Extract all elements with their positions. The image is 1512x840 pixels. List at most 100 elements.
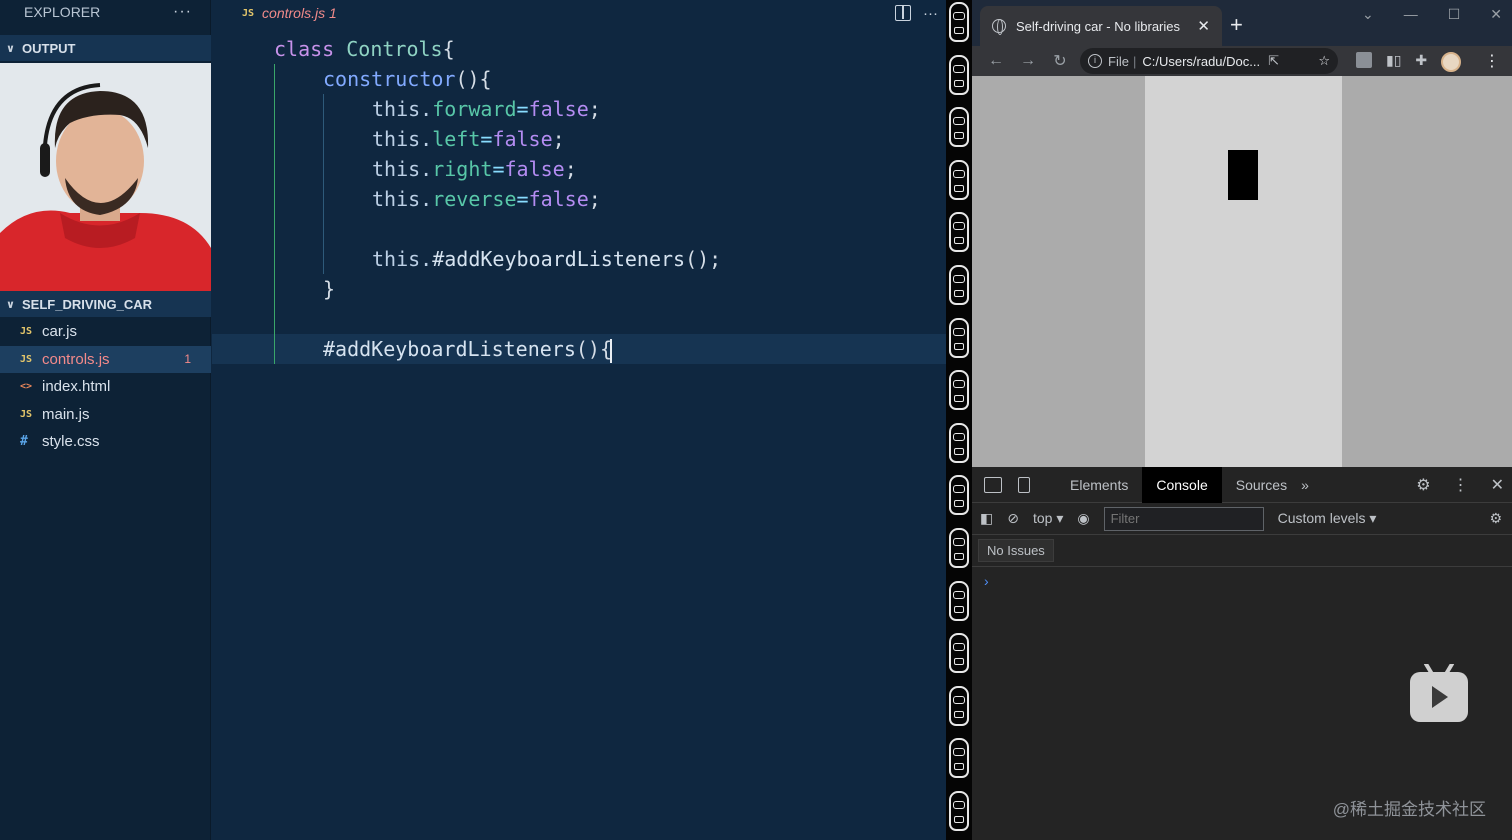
code-token: (); — [685, 247, 722, 271]
bookmark-star-icon[interactable]: ☆ — [1318, 53, 1330, 69]
code-token: false — [528, 187, 589, 211]
file-item-index-html[interactable]: <> index.html — [0, 373, 211, 401]
code-token: this. — [372, 97, 433, 121]
code-token: this. — [372, 157, 433, 181]
file-name: style.css — [42, 433, 100, 451]
code-token: { — [442, 37, 455, 61]
page-viewport — [972, 76, 1512, 467]
file-item-main-js[interactable]: JS main.js — [0, 401, 211, 429]
code-token: ; — [588, 97, 601, 121]
puzzle-icon[interactable]: ✚ — [1415, 52, 1427, 72]
indent-guide — [323, 124, 324, 154]
output-section-header[interactable]: ∨ OUTPUT — [0, 35, 211, 61]
problem-count-badge: 1 — [184, 352, 191, 367]
code-token: false — [528, 97, 589, 121]
code-line — [212, 304, 946, 334]
explorer-panel: EXPLORER ··· ∨ OUTPUT ∨ SELF_DRIVING_CAR… — [0, 0, 211, 840]
address-separator: | — [1132, 53, 1137, 69]
code-area[interactable]: class Controls{ constructor(){ this.forw… — [212, 34, 946, 364]
info-icon[interactable]: i — [1088, 54, 1102, 68]
address-bar[interactable]: i File | C:/Users/radu/Doc... ⇱ ☆ — [1080, 48, 1338, 74]
eye-icon[interactable]: ◉ — [1077, 510, 1089, 527]
car-outline-icon — [949, 265, 969, 305]
globe-icon — [992, 19, 1006, 35]
browser-menu-icon[interactable]: ⋮ — [1484, 51, 1500, 71]
profile-avatar[interactable] — [1441, 52, 1462, 72]
minimize-icon[interactable]: — — [1404, 6, 1418, 23]
device-toolbar-icon[interactable] — [1018, 476, 1030, 493]
split-editor-icon[interactable] — [895, 4, 911, 21]
code-token: false — [492, 127, 553, 151]
indent-guide — [274, 64, 275, 94]
reload-icon[interactable]: ↻ — [1044, 51, 1076, 71]
more-tabs-icon[interactable]: » — [1301, 477, 1309, 493]
tab-elements[interactable]: Elements — [1056, 467, 1142, 503]
indent-guide — [323, 94, 324, 124]
javascript-file-icon: JS — [20, 408, 33, 420]
code-token: reverse — [432, 187, 517, 211]
code-line — [212, 214, 946, 244]
inspect-element-icon[interactable] — [984, 476, 1002, 493]
editor-more-icon[interactable]: ··· — [923, 5, 938, 22]
browser-tab[interactable]: Self-driving car - No libraries ✕ — [980, 6, 1222, 46]
console-settings-gear-icon[interactable]: ⚙ — [1489, 510, 1502, 527]
code-editor: JS controls.js 1 ··· class Controls{ con… — [212, 0, 946, 840]
editor-tab-controls-js[interactable]: JS controls.js 1 — [242, 5, 337, 21]
project-section-header[interactable]: ∨ SELF_DRIVING_CAR — [0, 291, 211, 317]
file-item-style-css[interactable]: # style.css — [0, 428, 211, 456]
forward-icon[interactable]: → — [1012, 52, 1044, 70]
code-line: this.forward=false; — [212, 94, 946, 124]
code-token: right — [432, 157, 493, 181]
sidebar-toggle-icon[interactable]: ◧ — [980, 510, 993, 527]
file-item-car-js[interactable]: JS car.js — [0, 318, 211, 346]
console-toolbar: ◧ ⊘ top ▾ ◉ Custom levels ▾ ⚙ — [972, 503, 1512, 535]
indent-guide — [323, 184, 324, 214]
devtools-actions: ⚙ ⋮ ✕ — [1416, 475, 1504, 495]
log-levels-dropdown[interactable]: Custom levels ▾ — [1278, 510, 1377, 527]
console-filter-input[interactable] — [1103, 506, 1264, 531]
editor-tab-label: controls.js 1 — [262, 5, 337, 21]
code-line-current: #addKeyboardListeners(){ — [212, 334, 946, 364]
close-devtools-icon[interactable]: ✕ — [1491, 475, 1504, 495]
file-name: main.js — [42, 405, 90, 423]
devtools-tab-bar: Elements Console Sources » ⚙ ⋮ ✕ — [972, 466, 1512, 503]
car-outline-icon — [949, 738, 969, 779]
tab-sources[interactable]: Sources — [1222, 467, 1301, 503]
context-selector[interactable]: top ▾ — [1033, 510, 1063, 527]
car-outline-icon — [949, 54, 969, 95]
share-icon[interactable]: ⇱ — [1268, 53, 1279, 69]
indent-guide — [323, 244, 324, 274]
file-item-controls-js[interactable]: JS controls.js 1 — [0, 345, 211, 373]
explorer-more-icon[interactable]: ··· — [173, 3, 192, 21]
extension-icon-ci[interactable]: ▮▯ — [1386, 52, 1401, 72]
clear-console-icon[interactable]: ⊘ — [1007, 510, 1019, 527]
car-outline-icon — [949, 317, 969, 358]
issues-button[interactable]: No Issues — [978, 539, 1054, 562]
indent-guide — [274, 94, 275, 124]
indent-guide — [274, 154, 275, 184]
javascript-file-icon: JS — [20, 353, 33, 365]
console-prompt[interactable]: › — [972, 567, 1512, 595]
back-icon[interactable]: ← — [980, 52, 1012, 70]
file-name: controls.js — [42, 350, 110, 368]
extension-icon[interactable] — [1356, 52, 1372, 68]
indent-guide — [274, 244, 275, 274]
devtools-menu-icon[interactable]: ⋮ — [1453, 475, 1469, 495]
extension-icons: ▮▯ ✚ — [1356, 52, 1462, 72]
code-token: false — [504, 157, 565, 181]
code-line: this.#addKeyboardListeners(); — [212, 244, 946, 274]
settings-gear-icon[interactable]: ⚙ — [1416, 475, 1430, 495]
indent-guide — [274, 184, 275, 214]
code-token: = — [516, 97, 529, 121]
close-window-icon[interactable]: ✕ — [1490, 6, 1502, 23]
indent-guide — [274, 274, 275, 304]
close-tab-icon[interactable]: ✕ — [1197, 17, 1210, 35]
tab-search-icon[interactable]: ⌄ — [1362, 6, 1374, 23]
tab-console[interactable]: Console — [1142, 466, 1222, 503]
new-tab-button[interactable]: + — [1230, 12, 1243, 38]
maximize-icon[interactable]: ☐ — [1448, 6, 1461, 23]
window-controls: ⌄ — ☐ ✕ — [1362, 6, 1502, 23]
code-token: = — [516, 187, 529, 211]
javascript-file-icon: JS — [20, 326, 33, 338]
car-outline-icon — [949, 212, 969, 253]
